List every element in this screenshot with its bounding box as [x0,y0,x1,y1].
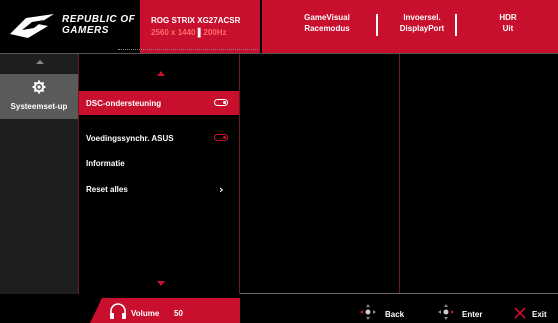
enter-label: Enter [462,310,483,319]
menu-scroll-down-icon[interactable] [157,281,165,286]
toggle-icon[interactable] [214,99,228,106]
toggle-icon[interactable] [214,134,228,141]
gear-icon [32,80,46,94]
brand-line-2: GAMERS [62,25,109,36]
sidebar-item-label: Systeemset-up [10,102,68,111]
volume-value: 50 [174,309,183,318]
rog-logo: REPUBLIC OF GAMERS [0,0,140,53]
status-divider [376,14,378,36]
joystick-enter-icon [438,304,454,320]
column-divider [399,54,400,294]
osd-header: REPUBLIC OF GAMERS ROG STRIX XG27ACSR 25… [0,0,558,53]
model-name: ROG STRIX XG27ACSR [151,16,241,25]
headphone-icon [110,303,126,319]
rog-eye-icon [10,14,54,38]
joystick-back-icon [360,304,376,320]
menu-item-label: Informatie [86,159,125,168]
menu-item-label: DSC-ondersteuning [86,99,162,108]
menu-item-asus-power-sync[interactable]: Voedingssynchr. ASUS [79,126,239,150]
sidebar-item-system-setup[interactable]: Systeemset-up [0,74,78,119]
back-label: Back [385,310,405,319]
status-gamevisual: GameVisual Racemodus [304,13,350,33]
status-hdr: HDR Uit [499,13,517,33]
model-resolution: 2560 x 1440 ▌200Hz [151,28,227,37]
footer-divider [240,293,558,294]
exit-label: Exit [532,310,547,319]
brand-line-1: REPUBLIC OF [62,14,136,25]
menu-item-label: Voedingssynchr. ASUS [86,134,174,143]
menu-scroll-up-icon[interactable] [157,71,165,76]
menu-item-reset-all[interactable]: Reset alles › [79,177,239,201]
close-icon [514,307,526,319]
menu-item-label: Reset alles [86,185,128,194]
menu-item-dsc-support[interactable]: DSC-ondersteuning [79,91,239,115]
model-box [140,0,260,53]
chevron-right-icon: › [219,183,224,196]
column-divider [239,54,240,294]
sidebar-scroll-up-icon[interactable] [36,60,44,64]
status-input: Invoersel. DisplayPort [399,13,445,33]
menu-item-information[interactable]: Informatie [79,151,239,175]
volume-label: Volume [131,309,160,318]
status-divider [455,14,457,36]
